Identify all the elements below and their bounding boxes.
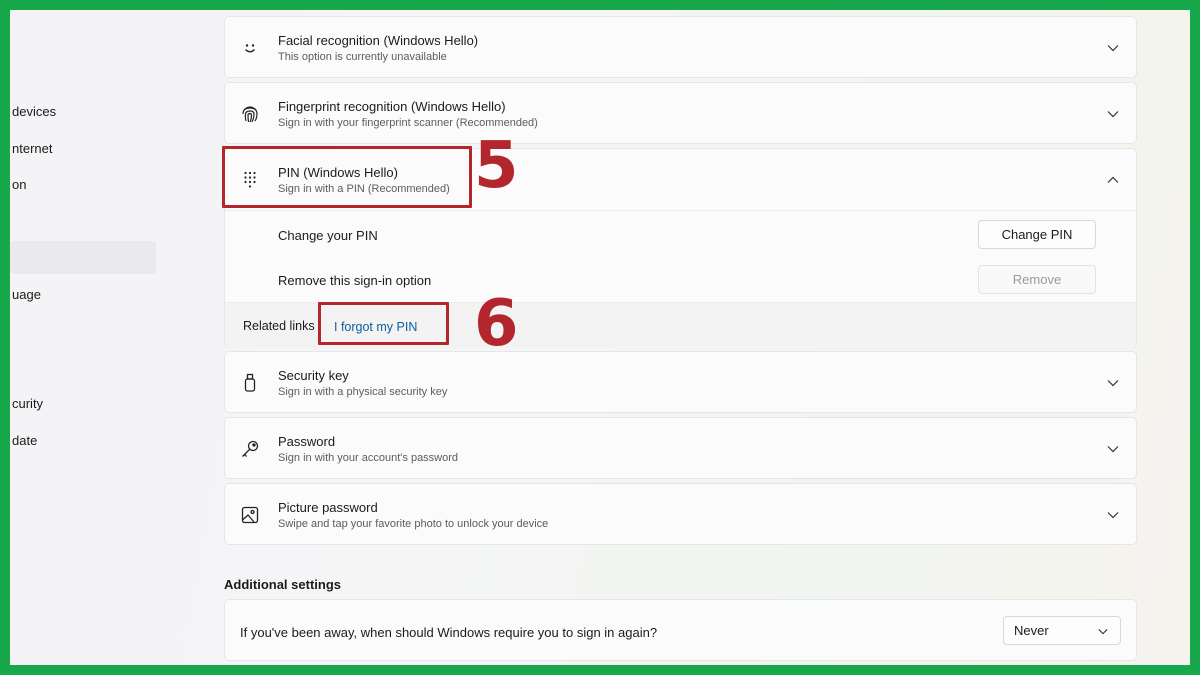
chevron-down-icon[interactable] (1106, 41, 1120, 55)
remove-option-label: Remove this sign-in option (278, 273, 432, 288)
chevron-down-icon[interactable] (1106, 376, 1120, 390)
option-title: Picture password (278, 500, 378, 515)
away-question-label: If you've been away, when should Windows… (240, 625, 658, 640)
change-pin-row: Change your PIN Change PIN (225, 212, 1136, 258)
key-icon (239, 438, 261, 460)
away-select-value: Never (1014, 623, 1049, 638)
sidebar-item-label: curity (12, 396, 44, 411)
picture-password-card[interactable]: Picture password Swipe and tap your favo… (224, 483, 1137, 545)
change-pin-label: Change your PIN (278, 228, 378, 243)
sidebar-item-label: on (12, 177, 27, 192)
facial-recognition-card[interactable]: Facial recognition (Windows Hello) This … (224, 16, 1137, 78)
option-title: Fingerprint recognition (Windows Hello) (278, 99, 506, 114)
chevron-down-icon[interactable] (1106, 107, 1120, 121)
security-key-card[interactable]: Security key Sign in with a physical sec… (224, 351, 1137, 413)
fingerprint-card[interactable]: Fingerprint recognition (Windows Hello) … (224, 82, 1137, 144)
sidebar-item-label: devices (12, 104, 57, 119)
picture-icon (239, 504, 261, 526)
option-subtitle: Sign in with your account's password (278, 452, 459, 464)
password-card[interactable]: Password Sign in with your account's pas… (224, 417, 1137, 479)
sidebar-item-devices[interactable]: devices (10, 95, 156, 128)
usb-key-icon (239, 372, 261, 394)
annotation-step6-number: 6 (474, 287, 519, 361)
settings-window: devices nternet on uage curity date Faci… (10, 10, 1190, 665)
sidebar-item-personalization[interactable]: on (10, 168, 156, 201)
option-subtitle: Sign in with a physical security key (278, 386, 448, 398)
chevron-down-icon[interactable] (1106, 508, 1120, 522)
away-signin-select[interactable]: Never (1003, 616, 1121, 645)
annotation-step5-number: 5 (474, 129, 519, 203)
option-subtitle: Sign in with your fingerprint scanner (R… (278, 117, 538, 129)
sidebar-item-update[interactable]: date (10, 424, 156, 457)
option-subtitle: This option is currently unavailable (278, 51, 447, 63)
chevron-down-icon[interactable] (1106, 442, 1120, 456)
related-links-label: Related links (243, 319, 315, 333)
sidebar-item-label: date (12, 433, 38, 448)
sidebar: devices nternet on uage curity date (10, 10, 170, 665)
sidebar-item-label: nternet (12, 141, 53, 156)
away-signin-card: If you've been away, when should Windows… (224, 599, 1137, 661)
sidebar-item-security[interactable]: curity (10, 387, 156, 420)
fingerprint-icon (239, 103, 261, 125)
change-pin-button[interactable]: Change PIN (978, 220, 1096, 249)
sidebar-item-network-internet[interactable]: nternet (10, 132, 156, 165)
sidebar-item-language[interactable]: uage (10, 278, 156, 311)
chevron-up-icon[interactable] (1106, 173, 1120, 187)
option-title: Security key (278, 368, 349, 383)
additional-settings-heading: Additional settings (224, 577, 341, 592)
annotation-box-step6 (318, 302, 449, 345)
chevron-down-icon (1096, 624, 1110, 638)
smiley-icon (239, 37, 261, 59)
remove-button[interactable]: Remove (978, 265, 1096, 294)
option-title: Password (278, 434, 336, 449)
annotation-box-step5 (222, 146, 472, 208)
option-title: Facial recognition (Windows Hello) (278, 33, 479, 48)
sidebar-item-label: uage (12, 287, 41, 302)
sidebar-item-accounts[interactable] (10, 241, 156, 274)
remove-option-row: Remove this sign-in option Remove (225, 257, 1136, 303)
option-subtitle: Swipe and tap your favorite photo to unl… (278, 518, 549, 530)
